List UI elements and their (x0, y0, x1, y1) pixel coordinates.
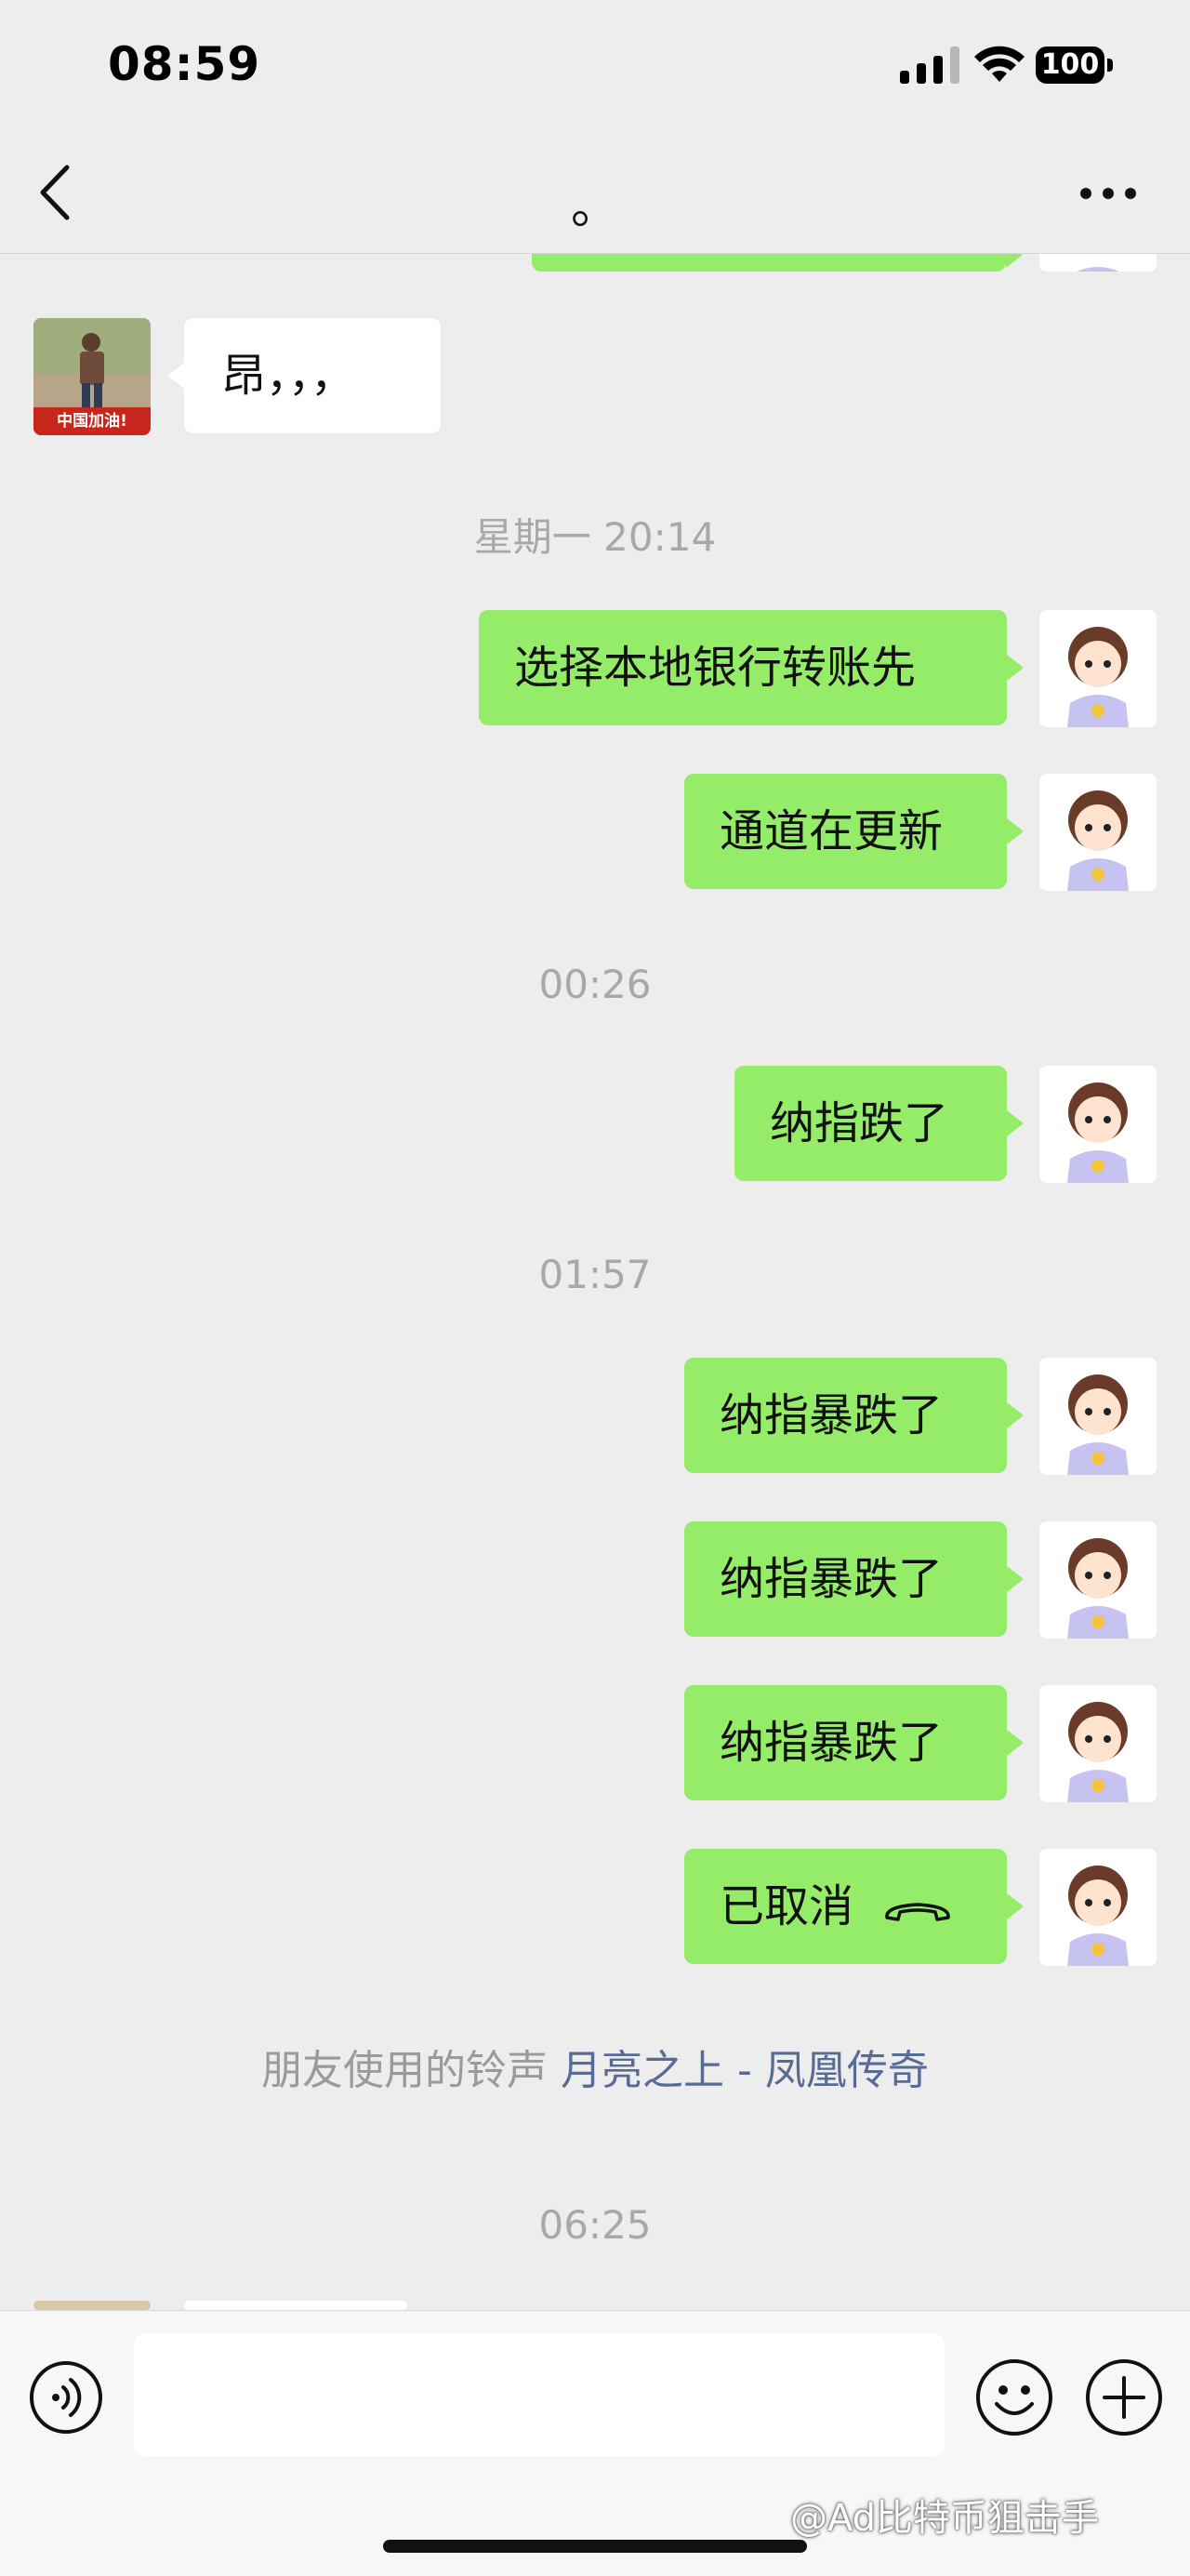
message-bubble[interactable]: 纳指暴跌了 (684, 1358, 1024, 1473)
ringtone-prefix: 朋友使用的铃声 (261, 2047, 549, 2094)
message-bubble-partial[interactable] (532, 253, 1023, 272)
call-status-text: 已取消 (720, 1880, 854, 1932)
more-icon[interactable] (1078, 186, 1138, 201)
voice-icon[interactable] (28, 2359, 104, 2436)
input-toolbar: @Ad比特币狙击手 (0, 2310, 1190, 2576)
my-avatar[interactable] (1039, 1066, 1157, 1183)
my-avatar[interactable] (1039, 253, 1157, 272)
message-bubble[interactable]: 纳指暴跌了 (684, 1521, 1024, 1637)
timestamp: 01:57 (538, 1252, 652, 1297)
message-bubble-partial[interactable] (184, 2301, 407, 2310)
call-ended-icon (885, 1903, 950, 1921)
chat-title: 。 (570, 179, 619, 235)
ringtone-notice: 朋友使用的铃声 月亮之上 - 凤凰传奇 (0, 2037, 1190, 2096)
nav-bar: 。 (0, 130, 1190, 254)
timestamp: 06:25 (538, 2202, 652, 2248)
message-bubble[interactable]: 纳指跌了 (734, 1066, 1024, 1181)
contact-avatar[interactable]: 中国加油! (33, 318, 151, 435)
battery-level: 100 (1040, 48, 1100, 81)
status-time: 08:59 (108, 37, 261, 91)
signal-icon (900, 46, 959, 84)
home-indicator[interactable] (383, 2540, 807, 2553)
watermark: @Ad比特币狙击手 (790, 2497, 1100, 2540)
emoji-icon[interactable] (974, 2357, 1054, 2437)
my-avatar[interactable] (1039, 610, 1157, 727)
wifi-icon (974, 46, 1025, 82)
message-bubble[interactable]: 选择本地银行转账先 (479, 610, 1024, 725)
my-avatar[interactable] (1039, 774, 1157, 891)
status-bar: 08:59 100 (0, 0, 1190, 130)
contact-avatar[interactable] (33, 2301, 151, 2310)
battery-indicator: 100 (1036, 46, 1114, 84)
chat-message-list[interactable]: 中国加油! 昂，，， 星期一 20:14 选择本地银行转账先 通道在更新 00:… (0, 253, 1190, 2310)
ringtone-song-link[interactable]: 月亮之上 - 凤凰传奇 (561, 2047, 929, 2094)
plus-icon[interactable] (1084, 2357, 1164, 2437)
avatar-badge-text: 中国加油! (57, 412, 127, 431)
my-avatar[interactable] (1039, 1521, 1157, 1639)
message-bubble[interactable]: 昂，，， (167, 318, 441, 433)
my-avatar[interactable] (1039, 1849, 1157, 1966)
message-bubble[interactable]: 通道在更新 (684, 774, 1024, 889)
my-avatar[interactable] (1039, 1685, 1157, 1802)
timestamp: 00:26 (538, 962, 652, 1007)
message-bubble[interactable]: 纳指暴跌了 (684, 1685, 1024, 1800)
my-avatar[interactable] (1039, 1358, 1157, 1475)
call-cancelled-bubble[interactable]: 已取消 (684, 1849, 1024, 1964)
message-input[interactable] (134, 2333, 945, 2456)
timestamp: 星期一 20:14 (473, 514, 717, 560)
